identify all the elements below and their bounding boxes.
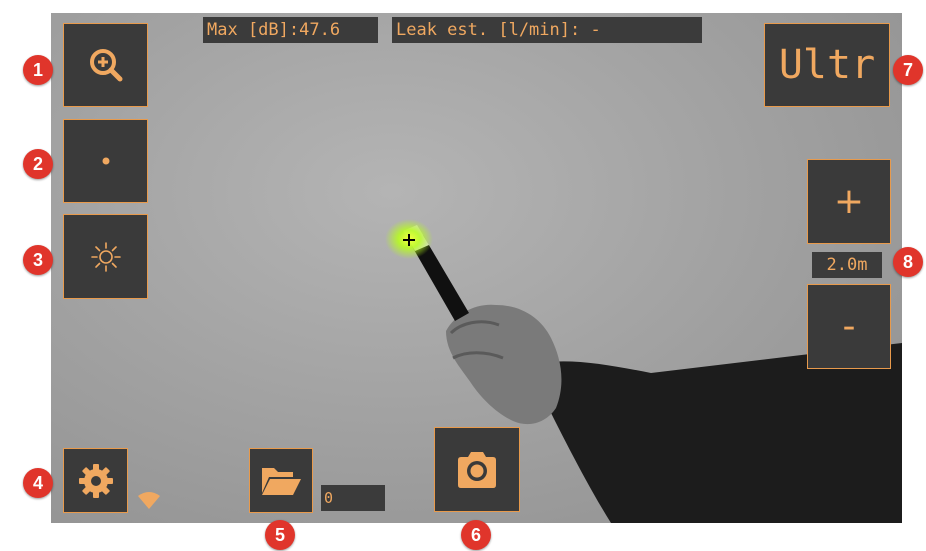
wifi-icon — [138, 492, 160, 509]
callout-badge-2: 2 — [23, 149, 53, 179]
max-db-readout: Max [dB]:47.6 — [203, 17, 378, 43]
callout-badge-3: 3 — [23, 245, 53, 275]
camera-icon — [458, 451, 496, 488]
folder-open-icon — [262, 467, 301, 495]
zoom-button[interactable] — [63, 23, 148, 107]
mode-button[interactable]: Ultr — [764, 23, 890, 107]
distance-plus-button[interactable]: + — [807, 159, 891, 244]
mode-label: Ultr — [778, 42, 876, 88]
distance-minus-button[interactable]: - — [807, 284, 891, 369]
plus-label: + — [833, 180, 865, 222]
sun-icon — [90, 241, 121, 272]
capture-counter: 0 — [321, 485, 385, 511]
callout-badge-4: 4 — [23, 468, 53, 498]
gear-icon — [78, 463, 113, 498]
zoom-in-icon — [89, 49, 122, 82]
callout-badge-7: 7 — [893, 55, 923, 85]
callout-badge-8: 8 — [893, 247, 923, 277]
brightness-button[interactable] — [63, 214, 148, 299]
callout-badge-6: 6 — [461, 520, 491, 550]
callout-badge-5: 5 — [265, 520, 295, 550]
capture-button[interactable] — [434, 427, 520, 512]
camera-view: Max [dB]:47.6 Leak est. [l/min]: - 0 Ult… — [51, 13, 902, 523]
settings-button[interactable] — [63, 448, 128, 513]
leak-estimate-readout: Leak est. [l/min]: - — [392, 17, 702, 43]
dot-icon — [102, 157, 109, 165]
minus-label: - — [842, 305, 856, 347]
open-folder-button[interactable] — [249, 448, 313, 513]
distance-value: 2.0m — [812, 252, 882, 278]
focus-mode-button[interactable] — [63, 119, 148, 203]
callout-badge-1: 1 — [23, 55, 53, 85]
